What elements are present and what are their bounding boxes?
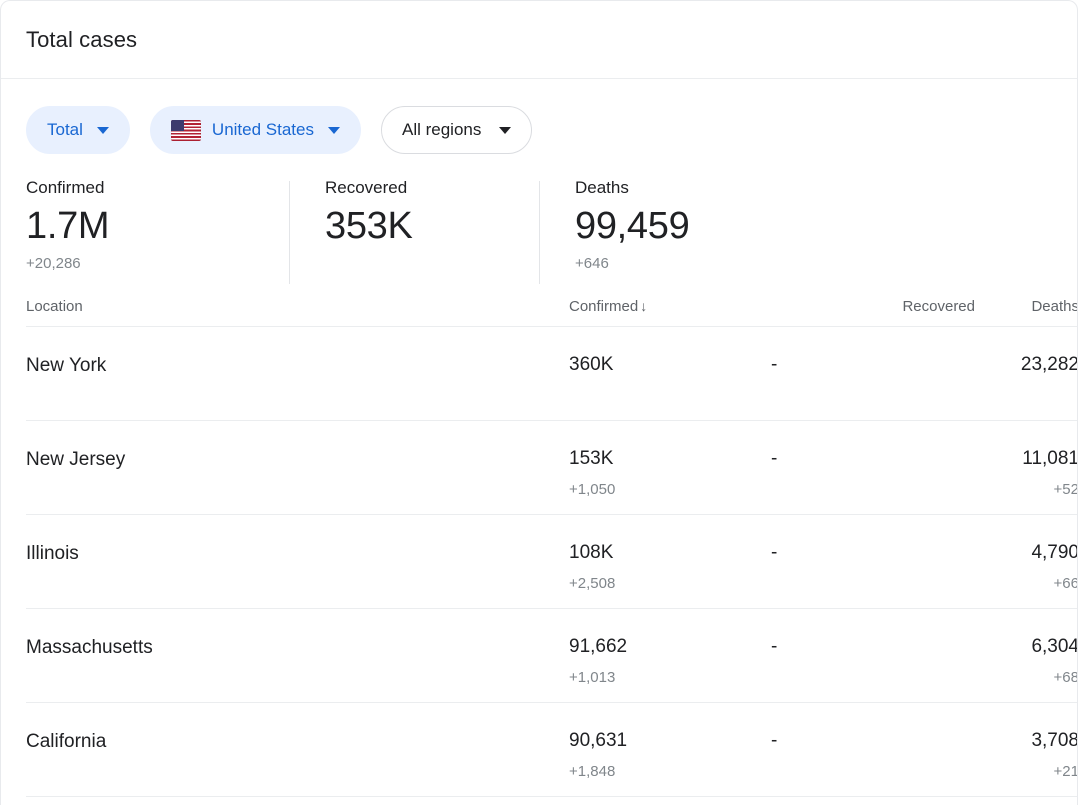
row-location: California <box>26 731 107 752</box>
row-recovered: - <box>771 421 975 471</box>
row-deaths-value: 3,708 <box>1031 730 1078 751</box>
row-confirmed-value: 91,662 <box>569 636 628 657</box>
column-header-deaths[interactable]: Deaths <box>975 298 1077 315</box>
row-location: Illinois <box>26 543 79 564</box>
row-deaths-value: 11,081 <box>1022 448 1078 469</box>
row-recovered-value: - <box>771 636 778 657</box>
column-header-location[interactable]: Location <box>26 298 569 315</box>
stat-confirmed: Confirmed 1.7M +20,286 <box>26 178 289 274</box>
total-cases-card: Total cases Total United States All regi… <box>0 0 1078 805</box>
row-recovered-value: - <box>771 542 778 563</box>
summary-stats: Confirmed 1.7M +20,286 Recovered 353K De… <box>1 154 1077 284</box>
stat-confirmed-delta: +20,286 <box>26 255 81 272</box>
filter-chip-region-label: All regions <box>401 120 482 139</box>
stat-recovered-label: Recovered <box>325 178 408 197</box>
card-header: Total cases <box>1 1 1077 79</box>
stat-confirmed-value: 1.7M <box>26 205 110 247</box>
row-confirmed-delta: +1,013 <box>569 669 616 686</box>
stat-deaths-delta: +646 <box>575 255 609 272</box>
row-deaths: 11,081 +52 <box>975 421 1078 500</box>
filter-chip-country-label: United States <box>211 120 314 139</box>
row-confirmed-value: 108K <box>569 542 614 563</box>
row-location: New Jersey <box>26 449 126 470</box>
us-flag-icon <box>170 119 201 141</box>
row-confirmed-delta: +1,848 <box>569 763 616 780</box>
row-confirmed-delta: +2,508 <box>569 575 616 592</box>
row-confirmed: 153K +1,050 <box>569 421 771 500</box>
row-recovered: - <box>771 515 975 565</box>
stat-deaths-label: Deaths <box>575 178 629 197</box>
table-row[interactable]: New York 360K - 23,282 <box>26 327 1077 421</box>
table-row[interactable]: Massachusetts 91,662 +1,013 - 6,304 +68 <box>26 609 1077 703</box>
row-location: New York <box>26 355 107 376</box>
row-confirmed-value: 153K <box>569 448 614 469</box>
filter-chip-metric[interactable]: Total <box>26 106 130 154</box>
row-recovered: - <box>771 703 975 753</box>
row-deaths-value: 6,304 <box>1031 636 1078 657</box>
row-confirmed-value: 90,631 <box>569 730 628 751</box>
filter-chips: Total United States All regions <box>1 79 1077 154</box>
column-header-confirmed[interactable]: Confirmed ↓ <box>569 298 771 315</box>
row-deaths-value: 23,282 <box>1020 354 1078 375</box>
page-title: Total cases <box>26 26 138 52</box>
chevron-down-icon <box>96 126 109 134</box>
stat-recovered-value: 353K <box>325 205 413 247</box>
table-row[interactable]: New Jersey 153K +1,050 - 11,081 +52 <box>26 421 1077 515</box>
table-row[interactable]: California 90,631 +1,848 - 3,708 +21 <box>26 703 1077 797</box>
chevron-down-icon <box>327 126 340 134</box>
row-deaths-value: 4,790 <box>1031 542 1078 563</box>
row-recovered: - <box>771 327 975 377</box>
stat-deaths-value: 99,459 <box>575 205 690 247</box>
sort-descending-icon: ↓ <box>640 297 648 314</box>
table-row[interactable]: Illinois 108K +2,508 - 4,790 +66 <box>26 515 1077 609</box>
row-deaths-delta: +21 <box>1053 763 1078 780</box>
row-confirmed: 91,662 +1,013 <box>569 609 771 688</box>
row-location: Massachusetts <box>26 637 153 658</box>
row-deaths: 6,304 +68 <box>975 609 1078 688</box>
column-header-confirmed-label: Confirmed <box>569 297 639 315</box>
filter-chip-country[interactable]: United States <box>149 106 361 154</box>
filter-chip-region[interactable]: All regions <box>380 106 533 154</box>
row-deaths-delta: +68 <box>1053 669 1078 686</box>
row-confirmed: 108K +2,508 <box>569 515 771 594</box>
filter-chip-metric-label: Total <box>47 120 83 139</box>
row-recovered-value: - <box>771 354 778 375</box>
row-deaths: 4,790 +66 <box>975 515 1078 594</box>
row-deaths: 3,708 +21 <box>975 703 1078 782</box>
row-deaths-delta: +52 <box>1053 481 1078 498</box>
row-deaths: 23,282 <box>975 327 1078 386</box>
stat-recovered: Recovered 353K <box>289 178 539 284</box>
row-recovered-value: - <box>771 448 778 469</box>
row-confirmed-delta: +1,050 <box>569 481 616 498</box>
chevron-down-icon <box>499 126 512 134</box>
stat-recovered-delta <box>325 254 539 274</box>
column-header-recovered[interactable]: Recovered <box>771 298 975 315</box>
stat-confirmed-label: Confirmed <box>26 178 105 197</box>
locations-table: Location Confirmed ↓ Recovered Deaths New… <box>1 286 1077 797</box>
row-recovered-value: - <box>771 730 778 751</box>
row-recovered: - <box>771 609 975 659</box>
stat-deaths: Deaths 99,459 +646 <box>539 178 690 284</box>
table-header-row: Location Confirmed ↓ Recovered Deaths <box>26 286 1077 327</box>
row-confirmed-value: 360K <box>569 354 614 375</box>
table-body: New York 360K - 23,282 New Jersey 153K +1,050 -… <box>26 327 1077 797</box>
row-confirmed: 360K <box>569 327 771 386</box>
row-confirmed: 90,631 +1,848 <box>569 703 771 782</box>
row-deaths-delta: +66 <box>1053 575 1078 592</box>
